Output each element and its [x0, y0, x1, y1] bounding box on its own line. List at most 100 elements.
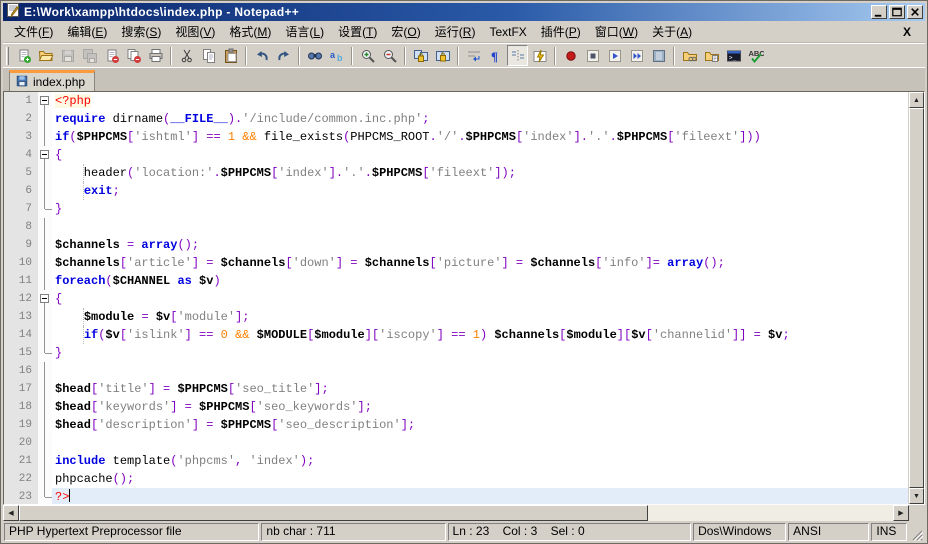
menu-item-file[interactable]: 文件(F) — [7, 20, 60, 43]
record-macro-button[interactable] — [560, 45, 581, 66]
menubar-close-document-x[interactable]: X — [893, 25, 921, 39]
spell-check-button[interactable]: ABC — [745, 45, 766, 66]
menu-item-plugins[interactable]: 插件(P) — [534, 20, 588, 43]
code-line-9[interactable]: 9$channels = array(); — [4, 236, 908, 254]
code-text[interactable]: $channels = array(); — [52, 236, 908, 254]
open-document-folder-button[interactable] — [701, 45, 722, 66]
code-line-14[interactable]: 14 if($v['islink'] == 0 && $MODULE[$modu… — [4, 326, 908, 344]
play-macro-button[interactable] — [604, 45, 625, 66]
title-bar[interactable]: E:\Work\xampp\htdocs\index.php - Notepad… — [3, 3, 925, 21]
resize-grip[interactable] — [909, 523, 923, 541]
code-line-13[interactable]: 13 $module = $v['module']; — [4, 308, 908, 326]
launch-console-button[interactable]: >_ — [723, 45, 744, 66]
code-line-19[interactable]: 19$head['description'] = $PHPCMS['seo_de… — [4, 416, 908, 434]
code-line-4[interactable]: 4{ — [4, 146, 908, 164]
zoom-in-button[interactable] — [357, 45, 378, 66]
vertical-scroll-thumb[interactable] — [909, 108, 924, 488]
save-all-button[interactable] — [79, 45, 100, 66]
code-line-21[interactable]: 21include template('phpcms', 'index'); — [4, 452, 908, 470]
code-text[interactable]: ?> — [52, 488, 908, 504]
code-text[interactable]: } — [52, 200, 908, 218]
save-macro-button[interactable] — [648, 45, 669, 66]
menu-item-search[interactable]: 搜索(S) — [114, 20, 168, 43]
code-text[interactable] — [52, 434, 908, 452]
code-line-1[interactable]: 1<?php — [4, 92, 908, 110]
open-file-button[interactable] — [35, 45, 56, 66]
minimize-button[interactable] — [871, 5, 887, 19]
print-button[interactable] — [145, 45, 166, 66]
code-text[interactable]: include template('phpcms', 'index'); — [52, 452, 908, 470]
menu-item-macro[interactable]: 宏(O) — [384, 20, 427, 43]
redo-button[interactable] — [273, 45, 294, 66]
menu-item-view[interactable]: 视图(V) — [168, 20, 222, 43]
code-line-12[interactable]: 12{ — [4, 290, 908, 308]
code-text[interactable]: $module = $v['module']; — [52, 308, 908, 326]
code-text[interactable]: <?php — [52, 92, 908, 110]
vertical-scroll-track[interactable] — [909, 108, 924, 488]
maximize-button[interactable] — [889, 5, 905, 19]
code-text[interactable]: { — [52, 146, 908, 164]
code-text[interactable] — [52, 362, 908, 380]
find-button[interactable] — [304, 45, 325, 66]
show-all-characters-button[interactable]: ¶ — [485, 45, 506, 66]
zoom-out-button[interactable] — [379, 45, 400, 66]
fold-toggle[interactable] — [38, 290, 52, 308]
fold-toggle[interactable] — [38, 146, 52, 164]
code-text[interactable] — [52, 218, 908, 236]
cut-button[interactable] — [176, 45, 197, 66]
menu-item-textfx[interactable]: TextFX — [482, 22, 533, 42]
code-line-5[interactable]: 5 header('location:'.$PHPCMS['index'].'.… — [4, 164, 908, 182]
menu-item-format[interactable]: 格式(M) — [222, 20, 278, 43]
close-button[interactable] — [907, 5, 923, 19]
code-text[interactable]: header('location:'.$PHPCMS['index'].'.'.… — [52, 164, 908, 182]
code-line-6[interactable]: 6 exit; — [4, 182, 908, 200]
code-line-10[interactable]: 10$channels['article'] = $channels['down… — [4, 254, 908, 272]
close-all-button[interactable] — [123, 45, 144, 66]
code-text[interactable]: if($PHPCMS['ishtml'] == 1 && file_exists… — [52, 128, 908, 146]
code-text[interactable]: foreach($CHANNEL as $v) — [52, 272, 908, 290]
paste-button[interactable] — [220, 45, 241, 66]
code-line-18[interactable]: 18$head['keywords'] = $PHPCMS['seo_keywo… — [4, 398, 908, 416]
code-text[interactable]: } — [52, 344, 908, 362]
code-text[interactable]: $head['keywords'] = $PHPCMS['seo_keyword… — [52, 398, 908, 416]
scroll-down-arrow[interactable]: ▼ — [909, 488, 924, 504]
highlight-brace-button[interactable] — [529, 45, 550, 66]
word-wrap-button[interactable] — [463, 45, 484, 66]
code-line-11[interactable]: 11foreach($CHANNEL as $v) — [4, 272, 908, 290]
sync-vertical-scroll-button[interactable] — [410, 45, 431, 66]
code-line-23[interactable]: 23?> — [4, 488, 908, 504]
menu-item-run[interactable]: 运行(R) — [428, 20, 483, 43]
replace-button[interactable]: ab — [326, 45, 347, 66]
new-file-button[interactable] — [13, 45, 34, 66]
code-line-3[interactable]: 3if($PHPCMS['ishtml'] == 1 && file_exist… — [4, 128, 908, 146]
undo-button[interactable] — [251, 45, 272, 66]
menu-item-edit[interactable]: 编辑(E) — [60, 20, 114, 43]
tab-index-php[interactable]: index.php — [9, 70, 95, 91]
code-line-8[interactable]: 8 — [4, 218, 908, 236]
code-text[interactable]: $channels['article'] = $channels['down']… — [52, 254, 908, 272]
menu-item-window[interactable]: 窗口(W) — [588, 20, 645, 43]
scroll-right-arrow[interactable]: ▶ — [893, 505, 909, 521]
code-line-17[interactable]: 17$head['title'] = $PHPCMS['seo_title']; — [4, 380, 908, 398]
code-line-16[interactable]: 16 — [4, 362, 908, 380]
menu-item-settings[interactable]: 设置(T) — [331, 20, 384, 43]
horizontal-scroll-track[interactable] — [19, 505, 893, 521]
code-text[interactable]: require dirname(__FILE__).'/include/comm… — [52, 110, 908, 128]
code-text[interactable]: $head['description'] = $PHPCMS['seo_desc… — [52, 416, 908, 434]
fold-toggle[interactable] — [38, 92, 52, 110]
stop-macro-button[interactable] — [582, 45, 603, 66]
code-line-20[interactable]: 20 — [4, 434, 908, 452]
save-button[interactable] — [57, 45, 78, 66]
open-containing-folder-button[interactable] — [679, 45, 700, 66]
code-line-15[interactable]: 15} — [4, 344, 908, 362]
code-text[interactable]: { — [52, 290, 908, 308]
toolbar-grip-handle[interactable] — [6, 47, 9, 65]
code-line-7[interactable]: 7} — [4, 200, 908, 218]
scroll-up-arrow[interactable]: ▲ — [909, 92, 924, 108]
close-file-button[interactable] — [101, 45, 122, 66]
run-macro-multiple-button[interactable] — [626, 45, 647, 66]
code-line-22[interactable]: 22phpcache(); — [4, 470, 908, 488]
menu-item-language[interactable]: 语言(L) — [278, 20, 331, 43]
code-text[interactable]: if($v['islink'] == 0 && $MODULE[$module]… — [52, 326, 908, 344]
horizontal-scroll-thumb[interactable] — [19, 505, 648, 521]
